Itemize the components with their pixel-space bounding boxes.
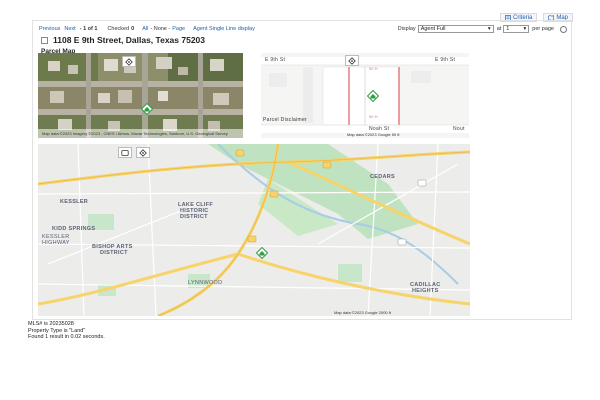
parcel-map-attribution: Map data ©2023 Google 50 ft: [347, 132, 400, 137]
parcel-diagram: [261, 53, 469, 138]
display-select[interactable]: Agent Full ▾: [417, 25, 494, 33]
results-frame: Previous Next - 1 of 1 Checked 0 All - N…: [32, 20, 572, 320]
area-label-lynnwood: LYNNWOOD: [188, 280, 223, 286]
parcel-marker-icon[interactable]: [141, 103, 153, 115]
layers-icon: [139, 148, 147, 157]
results-summary: MLS# is 20235028 Property Type is "Land"…: [28, 321, 105, 341]
layers-icon: [348, 56, 356, 65]
parcel-map-type-control[interactable]: [345, 55, 359, 66]
dimension-top: 50 ft: [369, 67, 378, 71]
chevron-down-icon: ▾: [487, 26, 491, 32]
checked-label: Checked: [107, 26, 130, 32]
area-label-kidd-springs: KIDD SPRINGS: [52, 226, 96, 232]
area-label-kessler: KESSLER: [60, 199, 89, 205]
aerial-attribution: Map data ©2023 Imagery ©2023 , CNES / Ai…: [42, 131, 228, 136]
previous-link[interactable]: Previous: [39, 26, 60, 32]
right-edge-label: Nout: [453, 126, 465, 132]
listing-address[interactable]: 1108 E 9th Street, Dallas, Texas 75203: [53, 35, 205, 45]
street-label-right: E 9th St: [435, 57, 456, 63]
listing-checkbox[interactable]: [41, 36, 48, 44]
display-label: Display: [397, 26, 416, 32]
select-all-link[interactable]: All: [142, 26, 148, 32]
at-label: at: [496, 26, 502, 32]
page-of-text: - 1 of 1: [79, 26, 98, 32]
street-label-left: E 9th St: [265, 57, 286, 63]
per-page-label: per page: [532, 26, 554, 32]
parcel-marker-icon[interactable]: [367, 90, 379, 102]
results-toolbar: Previous Next - 1 of 1 Checked 0 All - N…: [39, 24, 567, 34]
layers-icon: [125, 57, 133, 66]
aerial-imagery: [38, 53, 243, 138]
road-map-type-control[interactable]: [118, 147, 132, 158]
map-type-control[interactable]: [122, 56, 136, 67]
next-link[interactable]: Next: [64, 26, 75, 32]
road-map[interactable]: CEDARS KESSLER LAKE CLIFF HISTORIC DISTR…: [38, 144, 470, 316]
select-page-link[interactable]: Page: [172, 26, 185, 32]
map-view-icon: [121, 149, 129, 156]
road-map-layers-control[interactable]: [136, 147, 150, 158]
gear-icon[interactable]: [560, 25, 567, 33]
listing-header: 1108 E 9th Street, Dallas, Texas 75203: [41, 35, 205, 45]
results-count: Found 1 result in 0.02 seconds.: [28, 334, 105, 340]
checked-count: 0: [131, 26, 135, 32]
select-none-link[interactable]: - None -: [150, 26, 170, 32]
parcel-marker-icon[interactable]: [256, 247, 268, 259]
area-label-heights: HEIGHTS: [412, 288, 439, 294]
chevron-down-icon: ▾: [523, 26, 527, 32]
aerial-map[interactable]: Map data ©2023 Imagery ©2023 , CNES / Ai…: [38, 53, 243, 138]
area-label-district-2: DISTRICT: [100, 250, 128, 256]
parcel-disclaimer-link[interactable]: Parcel Disclaimer: [263, 117, 307, 123]
display-select-value: Agent Full: [420, 26, 446, 32]
display-mode-link[interactable]: Agent Single Line display: [193, 26, 255, 32]
road-map-attribution: Map data ©2023 Google 2000 ft: [334, 310, 391, 315]
dimension-bottom: 50 ft: [369, 115, 378, 119]
parcel-map[interactable]: E 9th St E 9th St 50 ft 50 ft Noah St No…: [261, 53, 469, 138]
area-label-highway: HIGHWAY: [42, 240, 70, 246]
area-label-cedars: CEDARS: [370, 174, 396, 180]
per-page-select[interactable]: 1 ▾: [503, 25, 530, 33]
road-map-canvas: [38, 144, 470, 316]
area-label-district: DISTRICT: [180, 214, 208, 220]
per-page-value: 1: [506, 26, 510, 32]
